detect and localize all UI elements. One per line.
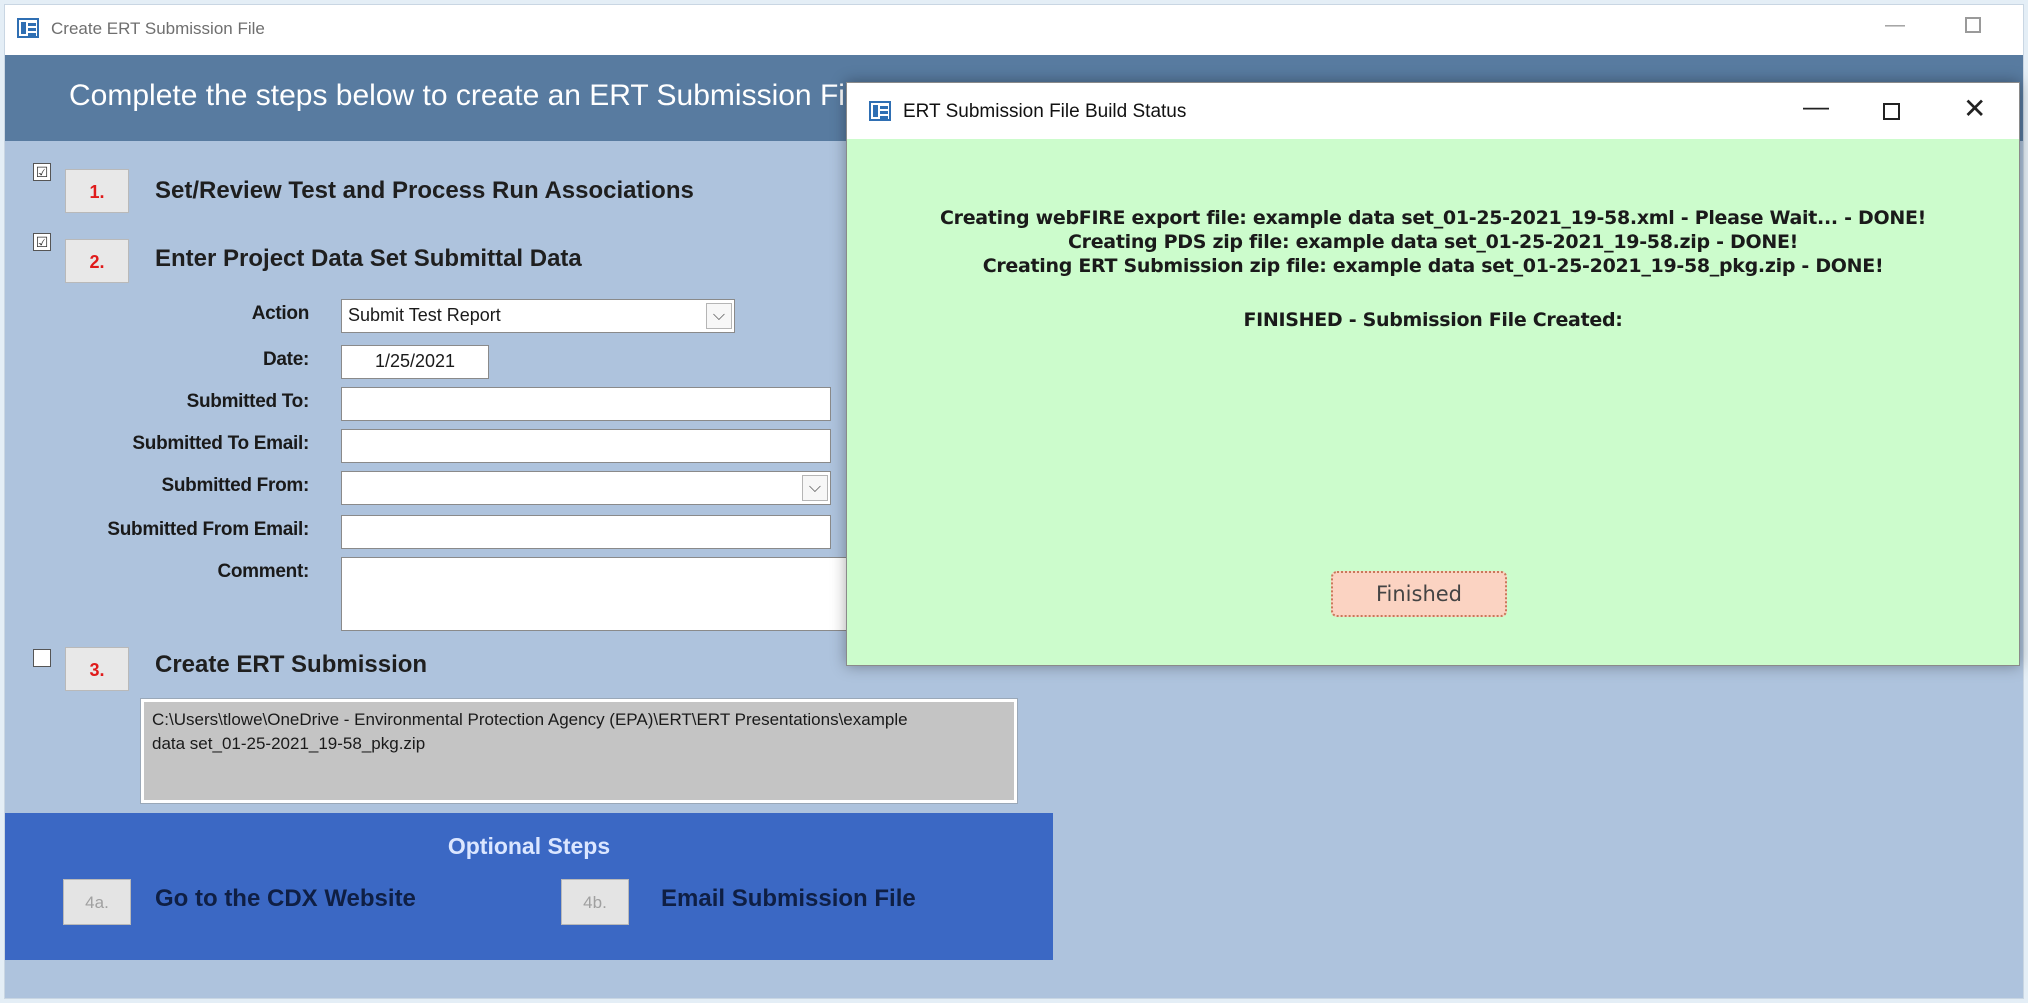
maximize-icon[interactable] <box>1883 103 1900 120</box>
step-1-checkbox[interactable]: ☑ <box>33 163 51 181</box>
optional-steps-title: Optional Steps <box>447 833 611 859</box>
output-path-box: C:\Users\tlowe\OneDrive - Environmental … <box>140 698 1018 804</box>
date-label: Date: <box>262 349 309 370</box>
step-2-label: Enter Project Data Set Submittal Data <box>155 245 582 272</box>
window-title: Create ERT Submission File <box>51 19 265 38</box>
status-message-3: Creating ERT Submission zip file: exampl… <box>982 255 1884 277</box>
status-message-1: Creating webFIRE export file: example da… <box>939 207 1926 229</box>
step-1-button[interactable]: 1. <box>65 169 129 213</box>
submitted-from-email-label: Submitted From Email: <box>107 519 309 540</box>
minimize-icon[interactable]: — <box>1885 15 1905 35</box>
build-status-dialog: ERT Submission File Build Status — ✕ Cre… <box>846 82 2020 666</box>
step-3-label: Create ERT Submission <box>155 651 428 678</box>
chevron-down-icon[interactable]: ⌵ <box>706 303 732 329</box>
step-3-checkbox[interactable] <box>33 649 51 667</box>
main-titlebar: Create ERT Submission File — <box>5 5 2023 55</box>
dialog-titlebar: ERT Submission File Build Status — ✕ <box>847 83 2019 139</box>
step-2-button[interactable]: 2. <box>65 239 129 283</box>
optional-steps-panel: Optional Steps 4a. Go to the CDX Website… <box>5 813 1053 960</box>
submitted-to-field[interactable] <box>341 387 831 421</box>
submitted-to-email-field[interactable] <box>341 429 831 463</box>
page-title: Complete the steps below to create an ER… <box>69 79 869 112</box>
access-form-icon <box>869 101 891 121</box>
step-4a-label: Go to the CDX Website <box>155 885 416 912</box>
comment-label: Comment: <box>217 561 309 582</box>
comment-field[interactable] <box>341 557 851 631</box>
action-select-value: Submit Test Report <box>348 305 501 325</box>
minimize-icon[interactable]: — <box>1803 93 1829 119</box>
submitted-to-label: Submitted To: <box>186 391 310 412</box>
output-path-line-2: data set_01-25-2021_19-58_pkg.zip <box>152 734 426 753</box>
step-3-button[interactable]: 3. <box>65 647 129 691</box>
submitted-to-email-label: Submitted To Email: <box>132 433 309 454</box>
step-1-label: Set/Review Test and Process Run Associat… <box>155 177 694 204</box>
finished-status-text: FINISHED - Submission File Created: <box>1243 309 1623 331</box>
action-label: Action <box>251 303 310 324</box>
finished-button[interactable]: Finished <box>1331 571 1507 617</box>
step-4b-label: Email Submission File <box>661 885 916 912</box>
access-form-icon <box>17 18 39 38</box>
submitted-from-label: Submitted From: <box>161 475 310 496</box>
maximize-icon[interactable] <box>1965 17 1981 33</box>
chevron-down-icon[interactable]: ⌵ <box>802 475 828 501</box>
date-field[interactable]: 1/25/2021 <box>341 345 489 379</box>
dialog-title: ERT Submission File Build Status <box>903 101 1187 122</box>
submitted-from-select[interactable]: ⌵ <box>341 471 831 505</box>
step-4b-button[interactable]: 4b. <box>561 879 629 925</box>
step-4a-button[interactable]: 4a. <box>63 879 131 925</box>
submitted-from-email-field[interactable] <box>341 515 831 549</box>
status-message-2: Creating PDS zip file: example data set_… <box>1068 231 1798 253</box>
action-select[interactable]: Submit Test Report ⌵ <box>341 299 735 333</box>
step-2-checkbox[interactable]: ☑ <box>33 233 51 251</box>
close-icon[interactable]: ✕ <box>1963 95 1986 123</box>
output-path-line-1: C:\Users\tlowe\OneDrive - Environmental … <box>152 710 908 729</box>
